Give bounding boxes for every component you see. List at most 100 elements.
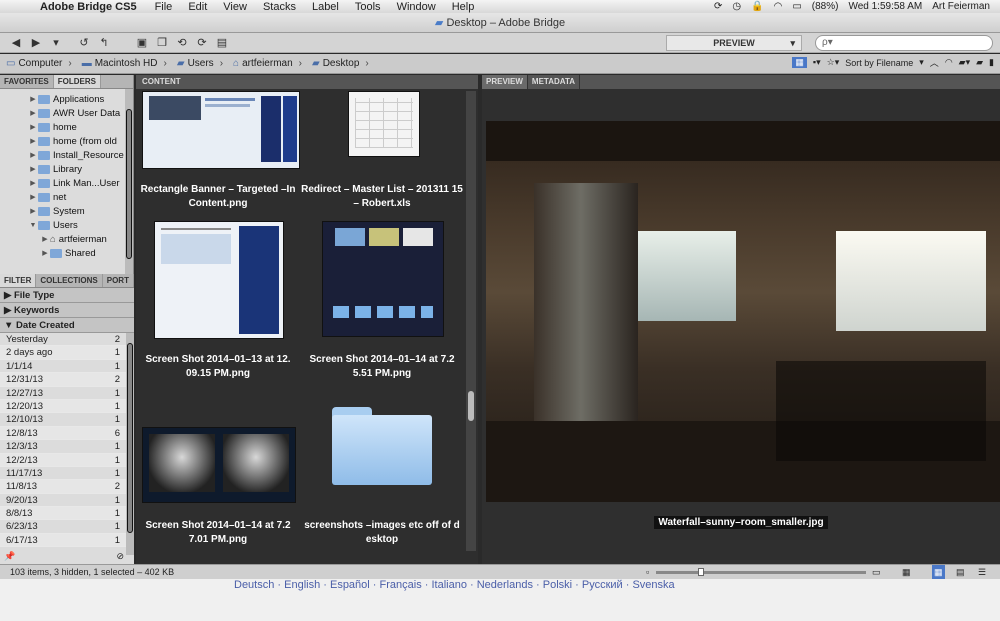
filter-file-type[interactable]: ▶ File Type [0,288,134,303]
menu-clock[interactable]: Wed 1:59:58 AM [848,1,922,12]
disclosure-icon[interactable]: ▶ [28,123,38,131]
folder-item[interactable]: ▶ net [0,190,133,204]
menu-help[interactable]: Help [452,1,475,13]
disclosure-icon[interactable]: ▶ [40,249,50,257]
thumbnail-caption[interactable]: Screen Shot 2014–01–14 at 7.2 7.01 PM.pn… [136,519,300,547]
clear-filter-icon[interactable]: ⊘ [116,551,124,562]
date-filter-row[interactable]: 12/3/13 1 [0,440,134,454]
back-icon[interactable]: ◀ [6,36,26,49]
folder-item[interactable]: ▶ Library [0,162,133,176]
menu-view[interactable]: View [223,1,247,13]
disclosure-icon[interactable]: ▶ [28,193,38,201]
slider-handle[interactable] [698,568,704,576]
thumbnail-image[interactable] [142,427,296,503]
star-filter-icon[interactable]: ☆▾ [827,57,840,68]
trash-icon[interactable]: ▮ [989,57,994,68]
preview-image[interactable] [486,121,1000,502]
rotate-icon[interactable]: ⟲ [172,36,192,49]
breadcrumb-users[interactable]: ▰ Users › [171,58,223,69]
tab-folders[interactable]: FOLDERS [53,75,101,88]
thumbnail-caption[interactable]: Redirect – Master List – 201311 15 – Rob… [300,183,464,211]
filter-date-created[interactable]: ▼ Date Created [0,318,134,333]
camera-icon[interactable]: ▣ [132,36,152,49]
thumbnail-size-slider[interactable] [656,571,866,574]
details-view-icon[interactable]: ▤ [956,565,965,580]
thumbnail-view-icon[interactable]: ▦ [932,565,945,580]
date-filter-row[interactable]: 1/1/14 1 [0,360,134,374]
forward-icon[interactable]: ▶ [26,36,46,49]
battery-icon[interactable]: ▭ [792,1,801,12]
folder-item[interactable]: ▶ Install_Resource [0,148,133,162]
grid-view-icon[interactable]: ▦ [792,57,807,68]
folder-item[interactable]: ▶ home (from old [0,134,133,148]
date-filter-row[interactable]: 2 days ago 1 [0,346,134,360]
wifi-icon[interactable]: ◠ [774,1,783,12]
thumbnail-caption[interactable]: screenshots –images etc off of d esktop [300,519,464,547]
tab-preview[interactable]: PREVIEW [482,75,528,89]
folder-item[interactable]: ▶ Shared [0,246,133,260]
tab-metadata[interactable]: METADATA [528,75,581,89]
refine-icon[interactable]: ◠ [945,57,953,68]
menu-tools[interactable]: Tools [355,1,381,13]
scroll-thumb[interactable] [127,343,133,533]
output-icon[interactable]: ▤ [212,36,232,49]
date-filter-row[interactable]: 8/8/13 1 [0,507,134,521]
search-input[interactable]: ρ▾ [815,35,993,51]
disclosure-icon[interactable]: ▶ [40,235,50,243]
thumbnail-caption[interactable]: Screen Shot 2014–01–14 at 7.2 5.51 PM.pn… [300,353,464,381]
menu-file[interactable]: File [155,1,173,13]
workspace-switcher[interactable]: PREVIEW ▾ [666,35,802,51]
zoom-in-icon[interactable]: ▭ [872,565,881,580]
tab-favorites[interactable]: FAVORITES [0,75,54,88]
pin-icon[interactable]: 📌 [4,551,15,562]
grid-lock-icon[interactable]: ▦ [902,565,911,580]
folder-item[interactable]: ▶ ⌂ artfeierman [0,232,133,246]
date-filter-row[interactable]: Yesterday 2 [0,333,134,347]
date-filter-row[interactable]: 6/23/13 1 [0,520,134,534]
tab-export[interactable]: PORT [103,274,134,287]
folder-item[interactable]: ▶ home [0,120,133,134]
sort-ascending-icon[interactable]: ︿ [930,56,939,69]
disclosure-icon[interactable]: ▶ [28,137,38,145]
thumbnail-caption[interactable]: Screen Shot 2014–01–13 at 12. 09.15 PM.p… [136,353,300,381]
menu-user[interactable]: Art Feierman [932,1,990,12]
disclosure-icon[interactable]: ▶ [28,179,38,187]
date-filter-row[interactable]: 12/20/13 1 [0,399,134,414]
breadcrumb-macintosh-hd[interactable]: ▬ Macintosh HD › [76,58,167,69]
thumbnail-image[interactable] [154,221,284,339]
thumbnail-image[interactable] [348,91,420,157]
app-menu[interactable]: Adobe Bridge CS5 [40,1,137,13]
thumbnail-image[interactable] [322,221,444,337]
breadcrumb-computer[interactable]: ▭ Computer › [0,58,72,69]
tab-filter[interactable]: FILTER [0,274,37,287]
new-folder-icon[interactable]: ▰ [976,57,983,68]
lock-icon[interactable]: 🔒 [751,1,763,12]
return-icon[interactable]: ↰ [94,36,114,49]
scroll-thumb[interactable] [468,391,474,421]
disclosure-icon[interactable]: ▶ [28,95,38,103]
copy-icon[interactable]: ❐ [152,36,172,49]
folder-item[interactable]: ▶ Link Man...User [0,176,133,190]
folder-scrollbar[interactable] [125,89,133,281]
disclosure-icon[interactable]: ▶ [28,165,38,173]
filter-keywords[interactable]: ▶ Keywords [0,303,134,318]
date-filter-row[interactable]: 11/8/13 2 [0,480,134,494]
folder-thumbnail[interactable] [332,407,432,487]
open-folder-icon[interactable]: ▰▾ [959,57,970,68]
tab-content[interactable]: CONTENT [136,75,478,89]
disclosure-icon[interactable]: ▶ [28,109,38,117]
date-filter-row[interactable]: 12/10/13 1 [0,413,134,427]
disclosure-icon[interactable]: ▼ [28,222,38,229]
zoom-out-icon[interactable]: ▫ [646,565,649,580]
tab-collections[interactable]: COLLECTIONS [36,274,103,287]
folder-item[interactable]: ▶ System [0,204,133,218]
recent-folders-icon[interactable]: ↺ [74,36,94,49]
disclosure-icon[interactable]: ▶ [28,207,38,215]
sync-icon[interactable]: ⟳ [714,1,722,12]
date-filter-row[interactable]: 12/31/13 2 [0,373,134,387]
scroll-thumb[interactable] [126,109,132,259]
clock-icon[interactable]: ◷ [732,1,741,12]
menu-label[interactable]: Label [312,1,339,13]
menu-stacks[interactable]: Stacks [263,1,296,13]
rotate-cw-icon[interactable]: ⟳ [192,36,212,49]
